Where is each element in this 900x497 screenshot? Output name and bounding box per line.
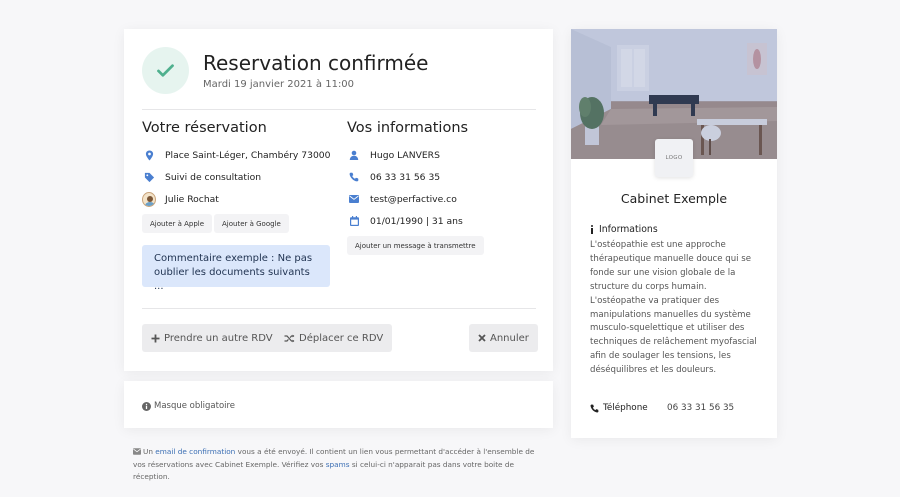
practitioner-row: Julie Rochat: [142, 191, 219, 207]
new-appointment-label: Prendre un autre RDV: [164, 332, 273, 344]
add-to-google-button[interactable]: Ajouter à Google: [214, 214, 289, 233]
user-email: test@perfactive.co: [370, 193, 457, 205]
confirmation-notice: Un email de confirmation vous a été envo…: [133, 446, 543, 483]
calendar-icon: [347, 214, 361, 228]
envelope-icon: [133, 447, 141, 459]
reservation-date: Mardi 19 janvier 2021 à 11:00: [203, 79, 355, 90]
consultation-type: Suivi de consultation: [165, 171, 262, 183]
move-appointment-button[interactable]: Déplacer ce RDV: [275, 324, 393, 352]
phone-row: 06 33 31 56 35: [347, 169, 440, 185]
map-marker-icon: [142, 148, 156, 162]
phone-icon: [590, 404, 599, 413]
comment-box: Commentaire exemple : Ne pas oublier les…: [142, 245, 330, 292]
avatar: [142, 191, 156, 207]
cancel-button[interactable]: Annuler: [469, 324, 538, 352]
times-icon: [478, 334, 486, 342]
info-circle-icon: [142, 401, 151, 411]
email-row: test@perfactive.co: [347, 191, 457, 207]
check-badge: [142, 47, 189, 94]
plus-icon: [151, 334, 160, 343]
mask-text: Masque obligatoire: [154, 401, 236, 411]
add-message-button[interactable]: Ajouter un message à transmettre: [347, 236, 484, 255]
move-appointment-label: Déplacer ce RDV: [299, 332, 384, 344]
reservation-section-title: Votre réservation: [142, 120, 267, 136]
info-heading: Informations: [590, 224, 658, 235]
user-birthdate: 01/01/1990 | 31 ans: [370, 215, 463, 227]
new-appointment-button[interactable]: Prendre un autre RDV: [142, 324, 282, 352]
footer-text: Un: [143, 447, 156, 456]
name-row: Hugo LANVERS: [347, 147, 440, 163]
add-to-apple-button[interactable]: Ajouter à Apple: [142, 214, 213, 233]
user-name: Hugo LANVERS: [370, 149, 440, 161]
type-row: Suivi de consultation: [142, 169, 261, 185]
shuffle-icon: [284, 334, 295, 343]
phone-heading: Téléphone: [590, 403, 648, 413]
cancel-label: Annuler: [490, 332, 529, 344]
check-icon: [157, 64, 174, 77]
practitioner-name: Julie Rochat: [165, 193, 219, 205]
phone-label: Téléphone: [603, 403, 648, 413]
page-title: Reservation confirmée: [203, 51, 429, 75]
phone-icon: [347, 170, 361, 184]
divider: [142, 109, 536, 110]
mask-notice: Masque obligatoire: [142, 401, 235, 411]
cabinet-card: LOGO Cabinet Exemple Informations L'osté…: [571, 29, 777, 438]
spams-link[interactable]: spams: [326, 460, 350, 469]
envelope-icon: [347, 192, 361, 206]
user-info-section-title: Vos informations: [347, 120, 469, 136]
cabinet-phone[interactable]: 06 33 31 56 35: [667, 403, 734, 413]
divider: [142, 308, 536, 309]
birth-row: 01/01/1990 | 31 ans: [347, 213, 463, 229]
address-text: Place Saint-Léger, Chambéry 73000: [165, 149, 331, 161]
user-phone: 06 33 31 56 35: [370, 171, 441, 183]
user-icon: [347, 148, 361, 162]
confirmation-email-link[interactable]: email de confirmation: [155, 447, 235, 456]
tag-icon: [142, 170, 156, 184]
address-row: Place Saint-Léger, Chambéry 73000: [142, 147, 330, 163]
cabinet-logo: LOGO: [655, 139, 693, 177]
mask-card: Masque obligatoire: [124, 381, 553, 428]
info-title: Informations: [599, 224, 658, 235]
reservation-card: Reservation confirmée Mardi 19 janvier 2…: [124, 29, 553, 371]
cabinet-description: L'ostéopathie est une approche thérapeut…: [590, 240, 757, 376]
cabinet-name: Cabinet Exemple: [620, 191, 728, 206]
info-icon: [590, 225, 594, 234]
